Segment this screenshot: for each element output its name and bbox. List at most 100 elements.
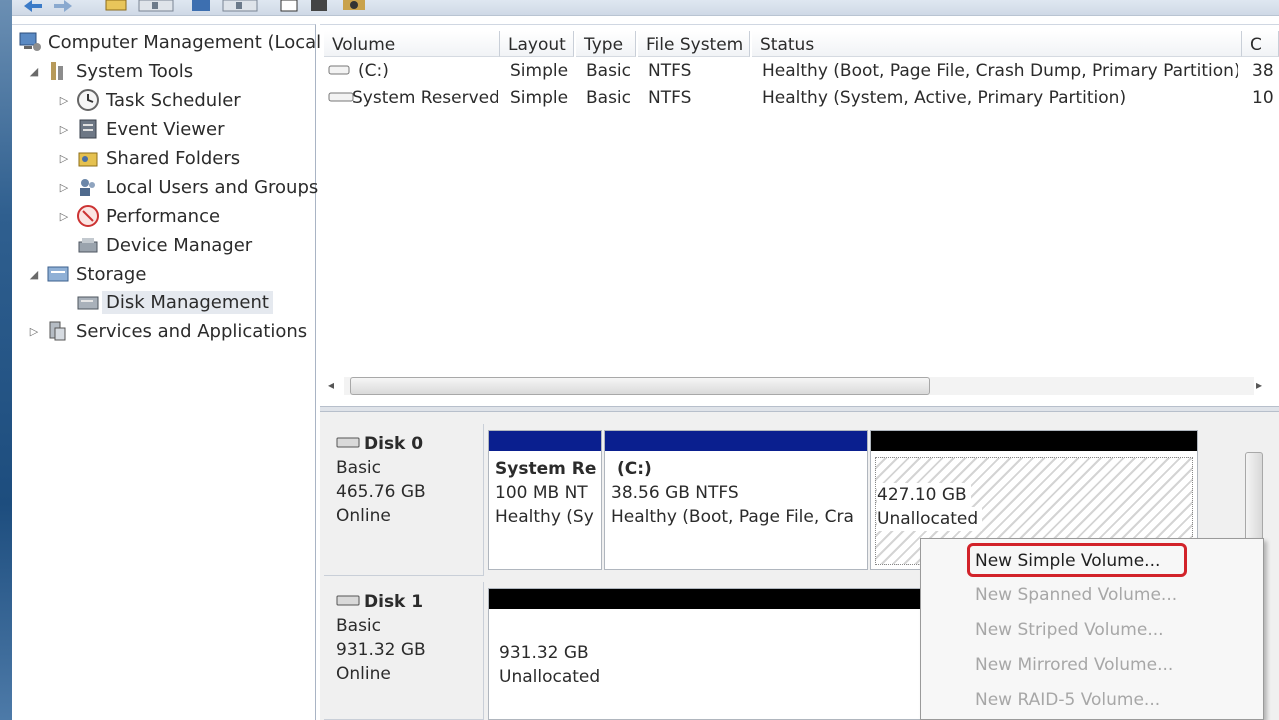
scroll-right-icon[interactable]: ▸ — [1256, 378, 1262, 392]
disk-name: Disk 1 — [364, 592, 424, 612]
disk-management-icon — [76, 290, 100, 314]
tree-item-device-manager[interactable]: Device Manager — [76, 231, 252, 259]
cell-volume: (C:) — [358, 61, 389, 81]
horizontal-scrollbar[interactable]: ◂ ▸ — [326, 375, 1272, 397]
menu-item-new-spanned-volume[interactable]: New Spanned Volume... — [975, 585, 1177, 613]
column-header-type[interactable]: Type — [576, 31, 636, 57]
disk-toolbar-icon[interactable] — [308, 0, 332, 12]
menu-item-new-striped-volume[interactable]: New Striped Volume... — [975, 620, 1164, 648]
tree-item-services-applications[interactable]: ▷ Services and Applications — [26, 317, 307, 345]
column-header-volume[interactable]: Volume — [324, 31, 500, 57]
menu-item-new-raid5-volume[interactable]: New RAID-5 Volume... — [975, 690, 1160, 718]
properties-icon[interactable] — [190, 0, 214, 12]
disk-1-info[interactable]: Disk 1 Basic 931.32 GB Online — [324, 582, 484, 720]
users-icon — [76, 175, 100, 199]
expand-arrow-icon[interactable]: ▷ — [56, 92, 72, 108]
forward-icon[interactable] — [52, 0, 76, 12]
volume-list: Volume Layout Type File System Status C … — [320, 24, 1279, 406]
folder-icon[interactable] — [104, 0, 130, 12]
cell-status: Healthy (System, Active, Primary Partiti… — [762, 88, 1127, 108]
primary-partition-bar — [605, 431, 867, 451]
tree-label: Services and Applications — [76, 320, 308, 342]
partition-status: Unallocated — [877, 507, 983, 531]
collapse-arrow-icon[interactable]: ◢ — [26, 266, 42, 282]
disk-size: 931.32 GB — [336, 640, 426, 660]
disk-name: Disk 0 — [364, 434, 424, 454]
column-header-status[interactable]: Status — [752, 31, 1242, 57]
tree-label: Computer Management (Local — [48, 31, 322, 53]
disk-size: 465.76 GB — [336, 482, 426, 502]
help-icon[interactable] — [222, 0, 258, 12]
show-hide-tree-icon[interactable] — [138, 0, 174, 12]
export-icon[interactable] — [278, 0, 302, 12]
column-header-layout[interactable]: Layout — [500, 31, 574, 57]
expand-arrow-icon[interactable]: ▷ — [56, 150, 72, 166]
toolbar — [12, 0, 1279, 16]
tree-label: Performance — [106, 205, 221, 227]
partition-title: (C:) — [617, 459, 652, 479]
partition-c-drive[interactable]: (C:) 38.56 GB NTFS Healthy (Boot, Page F… — [604, 430, 868, 570]
scroll-left-icon[interactable]: ◂ — [328, 378, 334, 392]
toolbox-icon — [46, 59, 70, 83]
event-viewer-icon — [76, 117, 100, 141]
unallocated-bar — [871, 431, 1197, 451]
storage-icon — [46, 262, 70, 286]
tree-item-disk-management[interactable]: Disk Management — [76, 288, 273, 316]
partition-size: 38.56 GB NTFS — [611, 483, 739, 503]
partition-system-reserved[interactable]: System Re 100 MB NT Healthy (Sy — [488, 430, 602, 570]
settings-icon[interactable] — [340, 0, 370, 12]
column-header-capacity[interactable]: C — [1242, 31, 1279, 57]
collapse-arrow-icon[interactable]: ◢ — [26, 63, 42, 79]
tree-label: Storage — [76, 263, 147, 285]
disk-type: Basic — [336, 616, 382, 636]
partition-size: 427.10 GB — [877, 483, 971, 507]
cell-capacity: 10 — [1252, 88, 1274, 108]
expand-arrow-icon[interactable]: ▷ — [56, 208, 72, 224]
volume-drive-icon — [328, 61, 350, 82]
tree-item-shared-folders[interactable]: ▷ Shared Folders — [56, 144, 240, 172]
cell-volume: System Reserved — [352, 88, 498, 108]
scroll-thumb[interactable] — [350, 377, 930, 395]
tree-item-storage[interactable]: ◢ Storage — [26, 260, 147, 288]
tree-item-event-viewer[interactable]: ▷ Event Viewer — [56, 115, 225, 143]
cell-file-system: NTFS — [648, 61, 692, 81]
shared-folder-icon — [76, 146, 100, 170]
performance-icon — [76, 204, 100, 228]
expand-arrow-icon[interactable]: ▷ — [56, 179, 72, 195]
menu-item-new-simple-volume[interactable]: New Simple Volume... — [975, 551, 1160, 579]
table-row[interactable]: (C:) Simple Basic NTFS Healthy (Boot, Pa… — [320, 59, 1279, 86]
tree-item-performance[interactable]: ▷ Performance — [56, 202, 220, 230]
column-header-file-system[interactable]: File System — [638, 31, 750, 57]
clock-icon — [76, 88, 100, 112]
cell-layout: Simple — [510, 88, 569, 108]
tree-item-task-scheduler[interactable]: ▷ Task Scheduler — [56, 86, 241, 114]
cell-type: Basic — [586, 88, 632, 108]
expand-arrow-icon[interactable]: ▷ — [56, 121, 72, 137]
console-tree: Computer Management (Local ◢ System Tool… — [12, 24, 321, 720]
cell-layout: Simple — [510, 61, 569, 81]
cell-capacity: 38 — [1252, 61, 1274, 81]
services-icon — [46, 319, 70, 343]
cell-status: Healthy (Boot, Page File, Crash Dump, Pr… — [762, 61, 1238, 81]
primary-partition-bar — [489, 431, 601, 451]
tree-item-local-users[interactable]: ▷ Local Users and Groups — [56, 173, 319, 201]
partition-size: 100 MB NT — [495, 483, 588, 503]
tree-label: Local Users and Groups — [106, 176, 319, 198]
cell-file-system: NTFS — [648, 88, 692, 108]
partition-status: Healthy (Sy — [495, 507, 594, 527]
menu-item-new-mirrored-volume[interactable]: New Mirrored Volume... — [975, 655, 1173, 683]
disk-state: Online — [336, 506, 391, 526]
partition-status: Healthy (Boot, Page File, Cra — [611, 507, 854, 527]
disk-icon — [336, 590, 360, 614]
disk-0-info[interactable]: Disk 0 Basic 465.76 GB Online — [324, 424, 484, 576]
disk-icon — [336, 432, 360, 456]
tree-item-computer-management[interactable]: Computer Management (Local — [18, 28, 321, 56]
expand-arrow-icon[interactable]: ▷ — [26, 323, 42, 339]
tree-label: Shared Folders — [106, 147, 241, 169]
tree-item-system-tools[interactable]: ◢ System Tools — [26, 57, 193, 85]
table-row[interactable]: System Reserved Simple Basic NTFS Health… — [320, 86, 1279, 113]
back-icon[interactable] — [20, 0, 44, 12]
partition-title: System Re — [495, 459, 597, 479]
device-manager-icon — [76, 233, 100, 257]
disk-type: Basic — [336, 458, 382, 478]
